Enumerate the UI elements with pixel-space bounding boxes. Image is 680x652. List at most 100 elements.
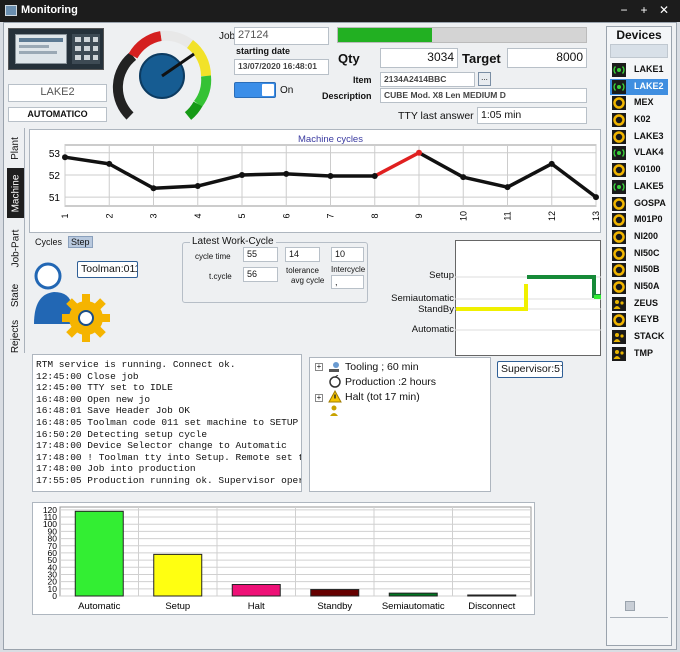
cycles-data-point	[371, 173, 378, 180]
bar-category-label: Semiautomatic	[382, 601, 445, 612]
description-label: Description	[322, 91, 372, 101]
cycles-line-segment	[151, 184, 200, 191]
device-item[interactable]: KEYB	[610, 312, 668, 328]
cycles-x-tick-label: 5	[237, 213, 247, 218]
event-halt[interactable]: Halt (tot 17 min)	[345, 391, 420, 403]
device-item[interactable]: VLAK4	[610, 145, 668, 161]
event-tooling[interactable]: Tooling ; 60 min	[345, 361, 419, 373]
bar-y-tick-label: 120	[43, 505, 57, 515]
device-name: LAKE2	[634, 80, 664, 91]
log-line: 16:48:01 Save Header Job OK	[36, 405, 190, 417]
device-name: STACK	[634, 331, 665, 341]
device-item[interactable]: LAKE5	[610, 179, 668, 195]
tty-label: TTY last answer	[398, 110, 474, 122]
device-item[interactable]: NI200	[610, 229, 668, 245]
maximize-button[interactable]: +	[636, 2, 652, 18]
device-item[interactable]: K0100	[610, 162, 668, 178]
minimize-button[interactable]: −	[616, 2, 632, 18]
tab-state[interactable]: State	[7, 278, 24, 312]
expand-tooling[interactable]: +	[315, 363, 323, 371]
subtab-cycles[interactable]: Cycles	[35, 237, 62, 247]
device-name: VLAK4	[634, 147, 664, 158]
device-item[interactable]: ZEUS	[610, 296, 668, 312]
cycles-data-point	[416, 149, 422, 156]
bar-halt	[231, 584, 281, 597]
subtab-step[interactable]: Step	[68, 236, 93, 248]
ring-icon	[612, 113, 626, 128]
qty-label: Qty	[338, 51, 360, 66]
item-field[interactable]: 2134A2414BBC	[380, 72, 475, 87]
cycles-data-point	[327, 173, 334, 180]
device-item[interactable]: NI50A	[610, 279, 668, 295]
event-tree: + Tooling ; 60 min Production :2 hours +…	[309, 357, 491, 492]
device-item[interactable]: LAKE2	[610, 78, 668, 95]
extra-field: ,	[331, 275, 364, 289]
log-line: 12:45:00 TTY set to IDLE	[36, 382, 173, 394]
cycles-data-point	[504, 184, 511, 191]
tab-plant[interactable]: Plant	[7, 132, 24, 164]
tab-job-part[interactable]: Job-Part	[7, 222, 24, 274]
device-item[interactable]: GOSPA	[610, 196, 668, 212]
user-icon	[612, 296, 626, 311]
on-toggle[interactable]	[234, 82, 276, 98]
cycles-x-tick-label: 8	[370, 213, 380, 218]
log-line: 17:48:00 Device Selector change to Autom…	[36, 440, 287, 452]
device-item[interactable]: NI50B	[610, 262, 668, 278]
job-label: Job	[219, 31, 236, 42]
device-name: ZEUS	[634, 297, 659, 308]
bar-category-label: Automatic	[78, 601, 120, 612]
bar-semiautomatic	[388, 592, 438, 597]
device-item[interactable]: M01P0	[610, 212, 668, 228]
signal-icon	[612, 79, 626, 94]
intercycle-label: Intercycle	[331, 265, 366, 274]
device-item[interactable]: K02	[610, 112, 668, 128]
cycles-data-point	[194, 183, 201, 190]
state-bar-chart: 0102030405060708090100110120Automatic Set…	[43, 505, 532, 612]
log-line: 17:48:00 ! Toolman tty into Setup. Remot…	[36, 451, 302, 463]
tcycle-label: t.cycle	[209, 272, 232, 281]
tooling-icon	[329, 362, 339, 372]
tab-rejects[interactable]: Rejects	[7, 316, 24, 356]
device-name: LAKE3	[634, 130, 664, 141]
expand-halt[interactable]: +	[315, 394, 323, 402]
machine-cycles-chart: Machine cycles1 2 3 4 5 6 7 8 9 10 11 12 13515253	[49, 134, 601, 221]
log-line: 17:55:05 Production running ok. Supervis…	[36, 474, 302, 486]
cycles-x-tick-label: 7	[326, 213, 336, 218]
cycles-x-tick-label: 6	[281, 213, 291, 218]
device-item[interactable]: TMP	[610, 346, 668, 362]
tolerance-label: tolerance	[286, 266, 319, 275]
person-icon	[330, 405, 338, 416]
machine-mode-field: AUTOMATICO	[8, 107, 107, 122]
device-item[interactable]: NI50C	[610, 246, 668, 262]
device-name: NI50B	[634, 264, 660, 275]
devices-panel: Devices LAKE1 LAKE2 MEX K02 LAKE3 VLAK4 K0100 L…	[606, 26, 672, 646]
device-name: KEYB	[634, 314, 660, 325]
bar-automatic	[74, 510, 124, 597]
toolman-badge: Toolman:011	[77, 261, 138, 278]
start-date-field: 13/07/2020 16:48:01	[234, 59, 329, 75]
ring-icon	[612, 129, 626, 144]
signal-icon	[612, 146, 626, 161]
cycles-line-segment	[240, 172, 288, 177]
cycles-data-point	[548, 160, 555, 167]
device-item[interactable]: LAKE1	[610, 62, 668, 78]
device-item[interactable]: MEX	[610, 95, 668, 111]
devices-footer	[610, 617, 668, 643]
tab-machine[interactable]: Machine	[7, 168, 24, 218]
job-field[interactable]: 27124	[234, 27, 329, 45]
supervisor-badge: Supervisor:57	[497, 361, 563, 378]
item-browse-button[interactable]: ...	[478, 72, 491, 86]
device-item[interactable]: LAKE3	[610, 129, 668, 145]
avg-cycle-label: avg cycle	[291, 276, 325, 285]
bar-disconnect	[467, 594, 517, 597]
event-production[interactable]: Production :2 hours	[345, 376, 436, 388]
bar-category-label: Halt	[248, 601, 265, 612]
device-item[interactable]: STACK	[610, 329, 668, 345]
devices-scroll-thumb[interactable]	[625, 601, 635, 611]
close-button[interactable]: ✕	[656, 2, 672, 18]
cycle-time-label: cycle time	[195, 252, 231, 261]
device-name: MEX	[634, 97, 654, 108]
intercycle-field: 10	[331, 247, 364, 262]
log-line: 17:48:00 Job into production	[36, 463, 196, 475]
production-icon	[329, 375, 341, 388]
